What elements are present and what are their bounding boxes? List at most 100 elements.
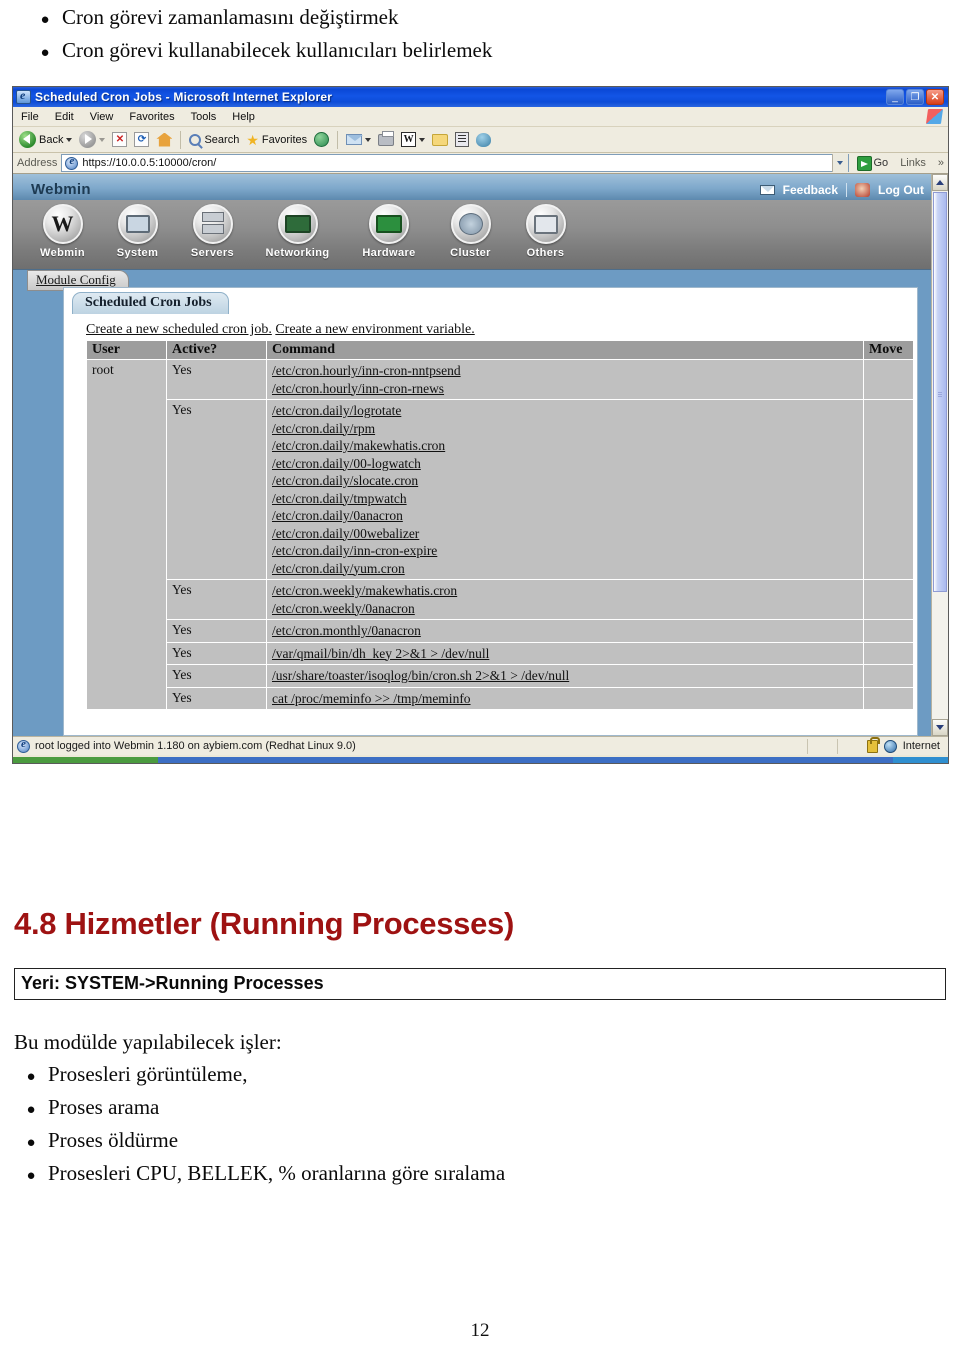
zone-label: Internet <box>902 740 940 752</box>
maximize-button[interactable]: ❐ <box>906 89 924 105</box>
cell-move[interactable] <box>863 664 914 688</box>
print-button[interactable] <box>375 130 397 146</box>
cell-move[interactable] <box>863 399 914 580</box>
command-link[interactable]: /etc/cron.daily/00webalizer <box>272 525 858 543</box>
column-header-move[interactable]: Move <box>863 340 914 360</box>
column-header-command[interactable]: Command <box>266 340 864 360</box>
menu-edit[interactable]: Edit <box>47 110 82 124</box>
messenger-button[interactable] <box>452 132 472 147</box>
cell-move[interactable] <box>863 359 914 400</box>
mail-button[interactable] <box>343 134 374 145</box>
command-link[interactable]: /etc/cron.daily/0anacron <box>272 507 858 525</box>
forward-button[interactable] <box>76 131 108 148</box>
status-right: Internet <box>806 736 948 754</box>
cell-move[interactable] <box>863 686 914 710</box>
nav-label: Cluster <box>450 247 491 259</box>
command-link[interactable]: cat /proc/meminfo >> /tmp/meminfo <box>272 690 858 708</box>
cell-move[interactable] <box>863 641 914 665</box>
favorites-button[interactable]: ★ Favorites <box>243 133 310 147</box>
ie-logo-icon <box>16 88 31 104</box>
chevron-down-icon[interactable] <box>99 137 106 142</box>
scrollbar-thumb[interactable] <box>933 192 947 592</box>
command-link[interactable]: /etc/cron.daily/makewhatis.cron <box>272 437 858 455</box>
menu-favorites[interactable]: Favorites <box>121 110 182 124</box>
stop-button[interactable]: ✕ <box>109 132 130 147</box>
command-link[interactable]: /etc/cron.daily/inn-cron-expire <box>272 542 858 560</box>
logout-link[interactable]: Log Out <box>878 183 924 197</box>
create-env-variable-link[interactable]: Create a new environment variable. <box>275 322 474 337</box>
go-button[interactable]: Go <box>853 155 893 171</box>
nav-item-cluster[interactable]: Cluster <box>433 200 508 259</box>
nav-item-system[interactable]: System <box>100 200 175 259</box>
media-button[interactable] <box>311 132 332 147</box>
chevron-down-icon[interactable] <box>66 137 73 142</box>
command-link[interactable]: /etc/cron.daily/yum.cron <box>272 560 858 578</box>
command-link[interactable]: /etc/cron.daily/rpm <box>272 420 858 438</box>
command-link[interactable]: /etc/cron.weekly/0anacron <box>272 600 858 618</box>
addon-button[interactable] <box>473 132 494 147</box>
vertical-scrollbar[interactable] <box>931 174 948 736</box>
module-config-label: Module Config <box>36 272 116 287</box>
cell-move[interactable] <box>863 619 914 643</box>
links-button[interactable]: Links <box>896 157 930 169</box>
command-link[interactable]: /etc/cron.weekly/makewhatis.cron <box>272 582 858 600</box>
nav-item-servers[interactable]: Servers <box>175 200 250 259</box>
nav-item-networking[interactable]: Networking <box>250 200 345 259</box>
bullet-icon: ● <box>26 1135 36 1151</box>
command-link[interactable]: /etc/cron.hourly/inn-cron-rnews <box>272 380 858 398</box>
refresh-button[interactable]: ⟳ <box>131 132 152 147</box>
table-row: Yes /usr/share/toaster/isoqlog/bin/cron.… <box>87 664 914 688</box>
command-link[interactable]: /etc/cron.daily/slocate.cron <box>272 472 858 490</box>
column-header-active[interactable]: Active? <box>166 340 267 360</box>
home-icon <box>156 132 173 147</box>
create-cron-job-link[interactable]: Create a new scheduled cron job. <box>86 322 272 337</box>
webmin-brand: Webmin <box>31 181 91 198</box>
close-button[interactable]: ✕ <box>926 89 944 105</box>
cell-commands: /usr/share/toaster/isoqlog/bin/cron.sh 2… <box>266 664 864 688</box>
menu-help[interactable]: Help <box>224 110 263 124</box>
scroll-up-button[interactable] <box>932 174 948 191</box>
command-link[interactable]: /etc/cron.daily/00-logwatch <box>272 455 858 473</box>
chevron-down-icon[interactable] <box>419 137 426 142</box>
scroll-down-button[interactable] <box>932 719 948 736</box>
nav-item-others[interactable]: Others <box>508 200 583 259</box>
cell-move[interactable] <box>863 579 914 620</box>
address-dropdown-button[interactable] <box>831 154 848 172</box>
nav-item-webmin[interactable]: W Webmin <box>25 200 100 259</box>
home-button[interactable] <box>153 132 175 147</box>
intro-line: Bu modülde yapılabilecek işler: <box>14 1030 282 1054</box>
servers-icon <box>192 204 233 244</box>
edit-word-button[interactable]: W <box>398 132 428 147</box>
command-link[interactable]: /etc/cron.daily/logrotate <box>272 402 858 420</box>
page-icon <box>17 738 30 753</box>
command-link[interactable]: /etc/cron.hourly/inn-cron-nntpsend <box>272 362 858 380</box>
command-link[interactable]: /usr/share/toaster/isoqlog/bin/cron.sh 2… <box>272 667 858 685</box>
notes-button[interactable] <box>429 133 451 146</box>
taskbar-strip <box>13 757 948 763</box>
cell-active: Yes <box>166 641 267 665</box>
feedback-link[interactable]: Feedback <box>783 183 838 197</box>
search-icon <box>189 133 202 146</box>
browser-content-area: Webmin Feedback Log Out W Webmin System … <box>13 174 948 736</box>
menu-file[interactable]: File <box>13 110 47 124</box>
chevron-double-right-icon[interactable]: » <box>934 157 948 169</box>
command-link[interactable]: /var/qmail/bin/dh_key 2>&1 > /dev/null <box>272 645 858 663</box>
column-header-user[interactable]: User <box>86 340 167 360</box>
browser-toolbar: Back ✕ ⟳ Search ★ Favorites W <box>13 127 948 153</box>
address-input[interactable]: https://10.0.0.5:10000/cron/ <box>61 154 849 172</box>
chevron-down-icon[interactable] <box>365 137 372 142</box>
search-button[interactable]: Search <box>186 133 242 146</box>
minimize-button[interactable]: _ <box>886 89 904 105</box>
forward-arrow-icon <box>79 131 97 148</box>
command-link[interactable]: /etc/cron.daily/tmpwatch <box>272 490 858 508</box>
back-button[interactable]: Back <box>16 131 75 148</box>
menu-tools[interactable]: Tools <box>183 110 225 124</box>
envelope-icon <box>346 134 364 145</box>
nav-item-hardware[interactable]: Hardware <box>345 200 433 259</box>
command-link[interactable]: /etc/cron.monthly/0anacron <box>272 622 858 640</box>
doc-bullets-bottom: ● Prosesleri görüntüleme, ● Proses arama… <box>14 1059 946 1191</box>
toolbar-divider <box>337 130 339 149</box>
webmin-icon: W <box>42 204 83 244</box>
menu-view[interactable]: View <box>82 110 122 124</box>
chevron-down-icon <box>837 161 843 165</box>
